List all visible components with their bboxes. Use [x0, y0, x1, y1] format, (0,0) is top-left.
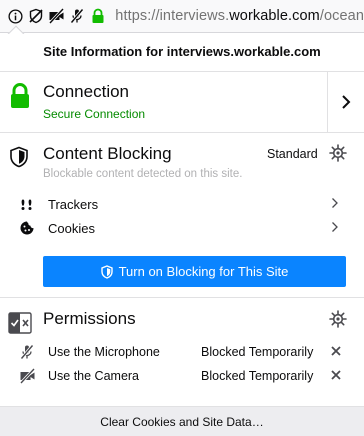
cookies-label: Cookies: [48, 221, 95, 236]
close-icon[interactable]: [329, 368, 343, 382]
url-bar[interactable]: https://interviews.workable.com/ocean: [0, 0, 364, 33]
camera-blocked-icon: [19, 367, 36, 389]
permission-row-camera: Use the Camera Blocked Temporarily: [0, 365, 364, 387]
permission-row-microphone: Use the Microphone Blocked Temporarily: [0, 341, 364, 363]
tracking-protection-off-icon[interactable]: [27, 7, 46, 26]
url-text[interactable]: https://interviews.workable.com/ocean: [115, 8, 364, 24]
content-blocking-title: Content Blocking: [43, 144, 172, 163]
permissions-title: Permissions: [43, 309, 136, 328]
site-identity-panel: Site Information for interviews.workable…: [0, 34, 364, 436]
chevron-right-icon: [331, 221, 339, 236]
trackers-icon: [19, 196, 35, 217]
divider: [0, 132, 364, 133]
shield-icon: [100, 264, 113, 279]
content-blocking-subtitle: Blockable content detected on this site.: [43, 168, 243, 180]
button-label: Turn on Blocking for This Site: [118, 264, 289, 279]
gear-icon[interactable]: [329, 310, 347, 333]
lock-icon: [9, 83, 31, 114]
turn-on-blocking-button[interactable]: Turn on Blocking for This Site: [43, 256, 346, 287]
blocking-mode-label: Standard: [267, 147, 318, 161]
permission-state: Blocked Temporarily: [201, 345, 314, 359]
permission-state: Blocked Temporarily: [201, 369, 314, 383]
lock-icon: [89, 7, 108, 26]
cookie-icon: [19, 220, 35, 241]
permission-label: Use the Microphone: [48, 345, 160, 359]
clear-cookies-button[interactable]: Clear Cookies and Site Data…: [0, 406, 364, 436]
microphone-blocked-icon: [19, 344, 35, 365]
list-item-trackers[interactable]: Trackers: [0, 193, 364, 215]
permission-label: Use the Camera: [48, 369, 140, 383]
panel-header: Site Information for interviews.workable…: [43, 44, 321, 59]
info-icon[interactable]: [6, 7, 25, 26]
connection-title: Connection: [43, 82, 130, 101]
shield-icon: [9, 146, 29, 173]
permissions-icon: [8, 312, 32, 339]
microphone-blocked-icon[interactable]: [68, 7, 87, 26]
connection-status: Secure Connection: [43, 107, 146, 121]
divider: [0, 297, 364, 298]
connection-section[interactable]: Connection Secure Connection: [0, 72, 364, 132]
chevron-right-icon[interactable]: [334, 90, 358, 114]
trackers-label: Trackers: [48, 197, 99, 212]
camera-blocked-icon[interactable]: [47, 7, 66, 26]
close-icon[interactable]: [329, 344, 343, 358]
gear-icon[interactable]: [329, 144, 347, 167]
list-item-cookies[interactable]: Cookies: [0, 217, 364, 239]
chevron-right-icon: [331, 197, 339, 212]
divider: [327, 72, 328, 132]
